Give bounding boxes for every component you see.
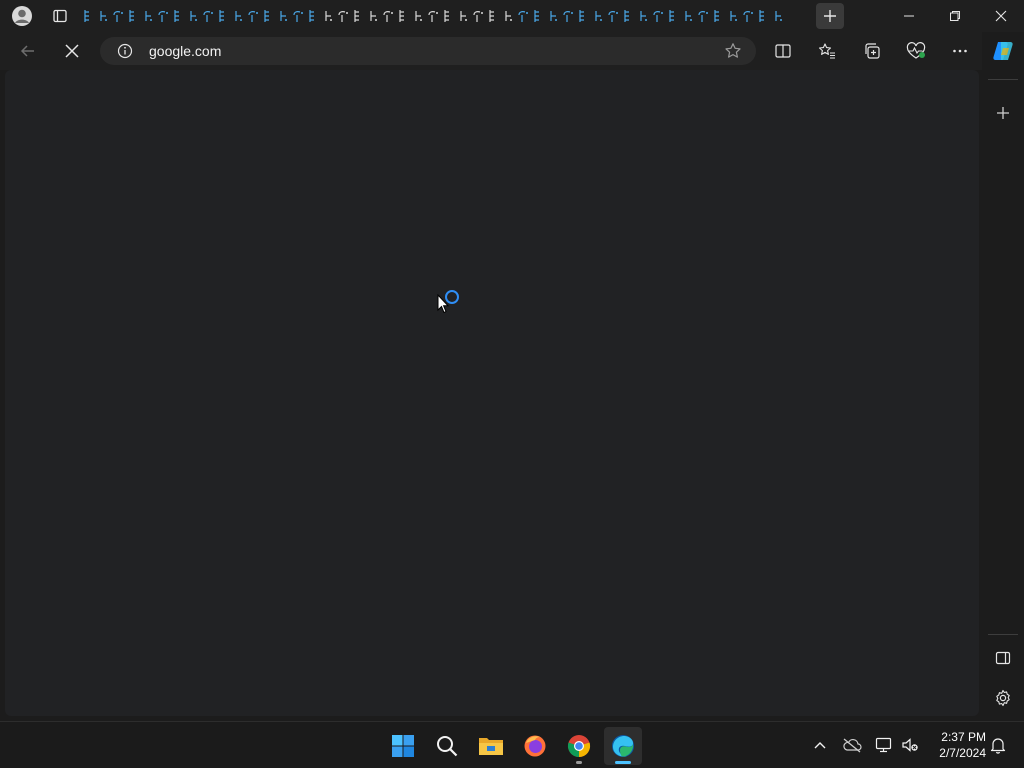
site-info-icon[interactable] xyxy=(116,43,134,59)
edge-icon[interactable] xyxy=(604,727,642,765)
tab-favicon-icon[interactable] xyxy=(200,7,215,25)
collections-icon[interactable] xyxy=(856,36,888,66)
tab-favicon-icon[interactable] xyxy=(710,7,725,25)
split-screen-icon[interactable] xyxy=(767,36,799,66)
search-icon[interactable] xyxy=(428,727,466,765)
tab-favicon-icon[interactable] xyxy=(635,7,650,25)
favorite-star-icon[interactable] xyxy=(722,41,744,61)
tab-favicon-icon[interactable] xyxy=(260,7,275,25)
close-window-button[interactable] xyxy=(978,0,1024,32)
tab-favicon-icon[interactable] xyxy=(395,7,410,25)
clock-date: 2/7/2024 xyxy=(939,746,986,760)
add-sidebar-app-icon[interactable] xyxy=(987,98,1019,128)
restore-button[interactable] xyxy=(932,0,978,32)
firefox-icon[interactable] xyxy=(516,727,554,765)
tab-favicon-icon[interactable] xyxy=(740,7,755,25)
system-clock[interactable]: 2:37 PM 2/7/2024 xyxy=(926,729,986,761)
tab-favicon-icon[interactable] xyxy=(650,7,665,25)
tab-favicon-icon[interactable] xyxy=(140,7,155,25)
tab-favicon-icon[interactable] xyxy=(515,7,530,25)
back-button[interactable] xyxy=(12,36,44,66)
tab-favicon-icon[interactable] xyxy=(110,7,125,25)
minimize-button[interactable] xyxy=(886,0,932,32)
tab-favicon-icon[interactable] xyxy=(410,7,425,25)
taskbar: 2:37 PM 2/7/2024 xyxy=(0,721,1024,768)
tab-favicon-icon[interactable] xyxy=(95,7,110,25)
tab-favicon-icon[interactable] xyxy=(755,7,770,25)
tab-favicon-icon[interactable] xyxy=(275,7,290,25)
tab-favicon-icon[interactable] xyxy=(680,7,695,25)
file-explorer-icon[interactable] xyxy=(472,727,510,765)
tab-favicon-icon[interactable] xyxy=(320,7,335,25)
tab-favicon-icon[interactable] xyxy=(230,7,245,25)
browser-essentials-icon[interactable] xyxy=(900,36,932,66)
notifications-bell-icon[interactable] xyxy=(986,732,1010,758)
tab-favicon-icon[interactable] xyxy=(575,7,590,25)
network-icon[interactable] xyxy=(872,732,896,758)
tab-favicon-icon[interactable] xyxy=(350,7,365,25)
tab-favicon-icon[interactable] xyxy=(290,7,305,25)
profile-avatar-icon[interactable] xyxy=(10,5,34,27)
page-content[interactable] xyxy=(5,70,979,716)
tab-favicon-icon[interactable] xyxy=(530,7,545,25)
tab-favicon-icon[interactable] xyxy=(620,7,635,25)
tab-favicon-icon[interactable] xyxy=(725,7,740,25)
chrome-icon[interactable] xyxy=(560,727,598,765)
tab-favicon-icon[interactable] xyxy=(440,7,455,25)
tab-favicon-icon[interactable] xyxy=(560,7,575,25)
show-hidden-icons-icon[interactable] xyxy=(808,732,832,758)
mouse-cursor-icon xyxy=(437,293,450,319)
start-icon[interactable] xyxy=(384,727,422,765)
onedrive-offline-icon[interactable] xyxy=(840,732,864,758)
tab-favicon-icon[interactable] xyxy=(365,7,380,25)
edge-sidebar xyxy=(982,32,1024,722)
tab-favicon-icon[interactable] xyxy=(485,7,500,25)
running-indicator xyxy=(576,761,582,764)
tab-favicon-icon[interactable] xyxy=(215,7,230,25)
tab-favicon-icon[interactable] xyxy=(665,7,680,25)
copilot-icon[interactable] xyxy=(987,36,1019,66)
tab-favicon-icon[interactable] xyxy=(425,7,440,25)
tab-favicon-icon[interactable] xyxy=(245,7,260,25)
tab-strip[interactable] xyxy=(80,4,808,28)
stop-loading-button[interactable] xyxy=(56,36,88,66)
tab-favicon-icon[interactable] xyxy=(80,7,95,25)
tab-favicon-icon[interactable] xyxy=(305,7,320,25)
hide-sidebar-icon[interactable] xyxy=(987,643,1019,673)
sidebar-divider xyxy=(988,79,1018,80)
clock-time: 2:37 PM xyxy=(941,730,986,744)
settings-more-icon[interactable] xyxy=(944,36,976,66)
customize-gear-icon[interactable] xyxy=(987,683,1019,713)
tab-favicon-icon[interactable] xyxy=(155,7,170,25)
tab-favicon-icon[interactable] xyxy=(185,7,200,25)
tab-actions-icon[interactable] xyxy=(50,7,70,25)
tab-favicon-icon[interactable] xyxy=(455,7,470,25)
address-bar[interactable]: google.com xyxy=(100,37,756,65)
new-tab-button[interactable] xyxy=(816,3,844,29)
tab-favicon-icon[interactable] xyxy=(590,7,605,25)
volume-muted-icon[interactable] xyxy=(898,732,922,758)
tab-favicon-icon[interactable] xyxy=(695,7,710,25)
tab-favicon-icon[interactable] xyxy=(380,7,395,25)
tab-favicon-icon[interactable] xyxy=(470,7,485,25)
browser-toolbar: google.com xyxy=(0,32,1024,70)
sidebar-divider xyxy=(988,634,1018,635)
tab-favicon-icon[interactable] xyxy=(335,7,350,25)
tab-favicon-icon[interactable] xyxy=(605,7,620,25)
tab-favicon-icon[interactable] xyxy=(770,7,785,25)
favorites-icon[interactable] xyxy=(811,36,843,66)
tab-favicon-icon[interactable] xyxy=(125,7,140,25)
active-app-indicator xyxy=(615,761,631,764)
address-text[interactable]: google.com xyxy=(149,43,221,59)
tab-favicon-icon[interactable] xyxy=(170,7,185,25)
title-bar xyxy=(0,0,1024,32)
tab-favicon-icon[interactable] xyxy=(500,7,515,25)
tab-favicon-icon[interactable] xyxy=(545,7,560,25)
